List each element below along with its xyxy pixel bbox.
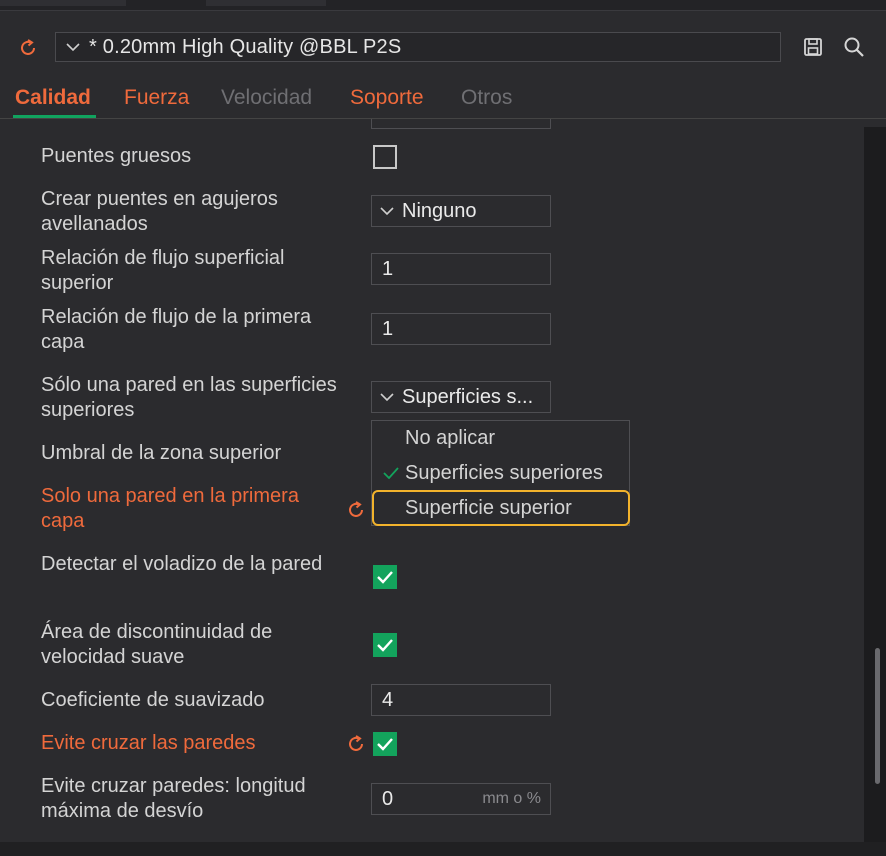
smooth-speed-checkbox[interactable] xyxy=(373,633,397,657)
check-icon xyxy=(377,639,393,652)
tab-soporte[interactable]: Soporte xyxy=(350,86,424,110)
dropdown-option-label: No aplicar xyxy=(405,426,496,449)
preset-selector[interactable]: * 0.20mm High Quality @BBL P2S xyxy=(55,32,781,62)
check-icon xyxy=(377,571,393,584)
single-wall-first-label: Solo una pared en la primera capa xyxy=(41,485,299,532)
check-icon xyxy=(377,738,393,751)
check-icon xyxy=(380,463,402,483)
avoid-crossing-max-unit: mm o % xyxy=(482,790,541,807)
countersunk-bridges-value: Ninguno xyxy=(402,199,477,222)
active-tab-indicator xyxy=(13,115,96,118)
scrollbar-thumb[interactable] xyxy=(875,648,880,784)
highlight-outline xyxy=(372,490,630,526)
chevron-down-icon xyxy=(378,388,396,406)
avoid-crossing-label: Evite cruzar las paredes xyxy=(41,732,256,754)
countersunk-bridges-label: Crear puentes en agujeros avellanados xyxy=(41,188,278,235)
top-flow-ratio-input[interactable]: 1 xyxy=(371,253,551,285)
smooth-coef-input[interactable]: 4 xyxy=(371,684,551,716)
partial-input-field[interactable] xyxy=(371,119,551,129)
top-strip-segment xyxy=(206,0,326,6)
tab-calidad[interactable]: Calidad xyxy=(15,86,91,110)
first-layer-flow-value: 1 xyxy=(382,317,394,340)
thick-bridges-label: Puentes gruesos xyxy=(41,145,192,167)
single-wall-top-label: Sólo una pared en las superficies superi… xyxy=(41,374,337,421)
top-strip xyxy=(0,0,886,11)
first-layer-flow-label: Relación de flujo de la primera capa xyxy=(41,306,312,353)
dropdown-option-superficies-superiores[interactable]: Superficies superiores xyxy=(372,456,629,490)
preset-name: * 0.20mm High Quality @BBL P2S xyxy=(89,35,402,58)
bottom-bar xyxy=(0,842,886,856)
avoid-crossing-max-input[interactable]: 0 mm o % xyxy=(371,783,551,815)
reset-preset-icon[interactable] xyxy=(16,36,40,60)
tab-otros[interactable]: Otros xyxy=(461,86,512,110)
avoid-crossing-max-label: Evite cruzar paredes: longitud máxima de… xyxy=(41,775,306,822)
smooth-coef-value: 4 xyxy=(382,688,394,711)
single-wall-top-select[interactable]: Superficies s... xyxy=(371,381,551,413)
avoid-crossing-max-value: 0 xyxy=(382,787,394,810)
reset-value-icon[interactable] xyxy=(344,732,368,756)
detect-overhang-checkbox[interactable] xyxy=(373,565,397,589)
thick-bridges-checkbox[interactable] xyxy=(373,145,397,169)
countersunk-bridges-select[interactable]: Ninguno xyxy=(371,195,551,227)
first-layer-flow-input[interactable]: 1 xyxy=(371,313,551,345)
search-icon[interactable] xyxy=(842,35,866,59)
top-strip-segment xyxy=(0,0,126,6)
smooth-speed-label: Área de discontinuidad de velocidad suav… xyxy=(41,621,273,668)
chevron-down-icon xyxy=(378,202,396,220)
reset-value-icon[interactable] xyxy=(344,498,368,522)
chevron-down-icon xyxy=(63,37,83,57)
dropdown-option-label: Superficies superiores xyxy=(405,461,603,484)
tab-fuerza[interactable]: Fuerza xyxy=(124,86,189,110)
tab-velocidad[interactable]: Velocidad xyxy=(221,86,312,110)
dropdown-option-no-aplicar[interactable]: No aplicar xyxy=(372,421,629,455)
single-wall-top-value: Superficies s... xyxy=(402,385,534,408)
detect-overhang-label: Detectar el voladizo de la pared xyxy=(41,553,323,575)
settings-tabs: Calidad Fuerza Velocidad Soporte Otros xyxy=(0,82,886,119)
avoid-crossing-checkbox[interactable] xyxy=(373,732,397,756)
save-icon[interactable] xyxy=(801,35,825,59)
top-flow-ratio-value: 1 xyxy=(382,257,394,280)
blank-icon xyxy=(380,428,402,448)
smooth-coef-label: Coeficiente de suavizado xyxy=(41,689,265,711)
top-flow-ratio-label: Relación de flujo superficial superior xyxy=(41,247,285,294)
top-area-threshold-label: Umbral de la zona superior xyxy=(41,442,282,464)
